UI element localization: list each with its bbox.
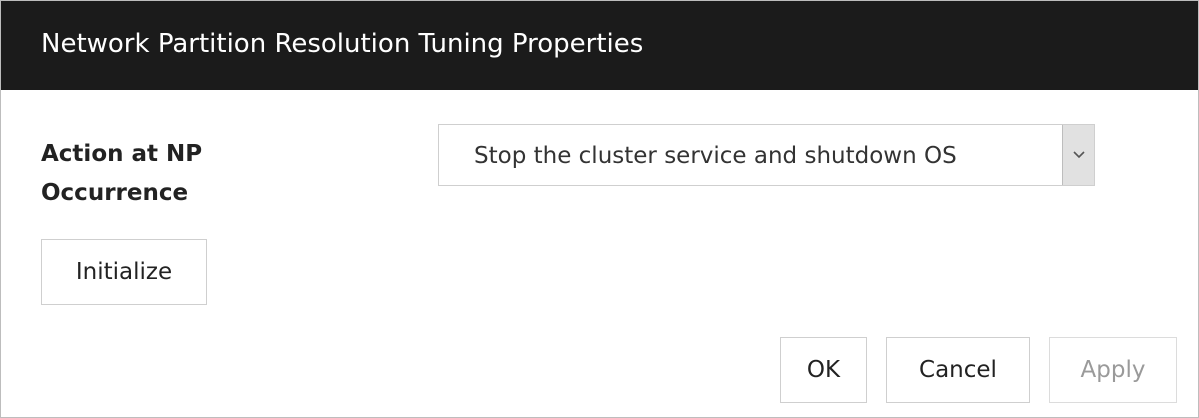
action-at-np-selected-value: Stop the cluster service and shutdown OS (474, 143, 957, 169)
properties-dialog: Network Partition Resolution Tuning Prop… (0, 0, 1199, 418)
ok-button[interactable]: OK (780, 337, 867, 403)
initialize-button[interactable]: Initialize (41, 239, 207, 305)
cancel-button[interactable]: Cancel (886, 337, 1030, 403)
chevron-down-icon[interactable] (1062, 125, 1094, 185)
dialog-title: Network Partition Resolution Tuning Prop… (41, 29, 644, 59)
action-at-np-select[interactable]: Stop the cluster service and shutdown OS (438, 124, 1095, 186)
dialog-titlebar: Network Partition Resolution Tuning Prop… (1, 1, 1198, 90)
action-at-np-label: Action at NP Occurrence (41, 141, 203, 206)
apply-button[interactable]: Apply (1049, 337, 1177, 403)
